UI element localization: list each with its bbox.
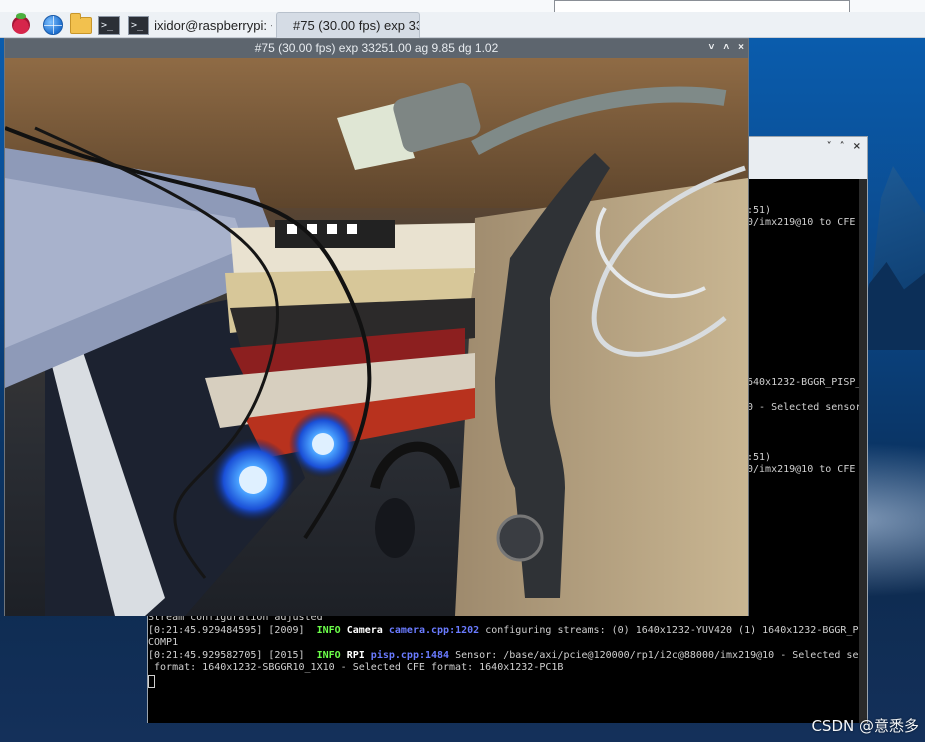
task-terminal[interactable]: >_ ixidor@raspberrypi: ~ — [128, 12, 272, 38]
csdn-watermark: CSDN @意悉多 — [811, 717, 919, 735]
log-prefix: [0:21:45.929484595] [2009] — [148, 625, 317, 636]
close-icon[interactable]: × — [738, 42, 744, 53]
task-terminal-label: ixidor@raspberrypi: ~ — [154, 17, 272, 33]
terminal-line: [0:21:45.929582705] [2015] INFO RPI pisp… — [148, 650, 859, 662]
raspberry-pi-menu-icon[interactable] — [10, 13, 32, 36]
file-manager-icon[interactable] — [70, 12, 92, 36]
maximize-icon[interactable]: ˄ — [723, 42, 729, 53]
minimize-icon[interactable]: ˅ — [708, 42, 714, 53]
camera-feed — [5, 58, 748, 616]
terminal-partial-line: 640x1232-BGGR_PISP_ — [747, 377, 859, 388]
task-camera-label: #75 (30.00 fps) exp 33... — [293, 18, 419, 33]
terminal-launcher-icon[interactable]: >_ — [98, 14, 120, 36]
camera-preview-window[interactable]: #75 (30.00 fps) exp 33251.00 ag 9.85 dg … — [4, 38, 749, 616]
terminal-partial-line: :51) — [747, 205, 772, 216]
terminal-scrollbar[interactable] — [859, 179, 867, 723]
maximize-icon[interactable]: ˄ — [840, 141, 845, 155]
terminal-cursor — [148, 675, 155, 688]
log-prefix: [0:21:45.929582705] [2015] — [148, 650, 317, 661]
terminal-line: [0:21:45.929484595] [2009] INFO Camera c… — [148, 625, 859, 637]
terminal-partial-line: 0/imx219@10 to CFE — [747, 217, 856, 228]
terminal-line: format: 1640x1232-SBGGR10_1X10 - Selecte… — [148, 662, 564, 673]
terminal-partial-line: 0 - Selected sensor — [747, 402, 859, 413]
log-message: configuring streams: (0) 1640x1232-YUV42… — [479, 625, 859, 636]
close-icon[interactable]: × — [853, 141, 861, 155]
terminal-partial-line: :51) — [747, 452, 772, 463]
log-level: INFO — [316, 625, 341, 636]
web-browser-icon[interactable] — [42, 14, 64, 36]
log-level: INFO — [316, 650, 341, 661]
log-source: camera.cpp:1202 — [388, 625, 480, 636]
terminal-icon: >_ — [128, 15, 150, 35]
camera-window-title: #75 (30.00 fps) exp 33251.00 ag 9.85 dg … — [254, 41, 499, 55]
terminal-partial-line: 0/imx219@10 to CFE — [747, 464, 856, 475]
minimize-icon[interactable]: ˅ — [827, 141, 832, 155]
camera-titlebar[interactable]: #75 (30.00 fps) exp 33251.00 ag 9.85 dg … — [5, 39, 748, 58]
log-source: pisp.cpp:1484 — [370, 650, 450, 661]
terminal-line: COMP1 — [148, 637, 179, 648]
task-camera-preview[interactable]: #75 (30.00 fps) exp 33... — [276, 12, 420, 38]
clipped-window-edge — [554, 0, 850, 12]
taskbar: >_ >_ ixidor@raspberrypi: ~ #75 (30.00 f… — [0, 0, 925, 38]
log-message: Sensor: /base/axi/pcie@120000/rp1/i2c@88… — [449, 650, 859, 661]
log-category: Camera — [346, 625, 383, 636]
camera-feed-image — [5, 58, 748, 616]
log-category: RPI — [346, 650, 365, 661]
taskbar-clipped-strip — [0, 0, 925, 12]
